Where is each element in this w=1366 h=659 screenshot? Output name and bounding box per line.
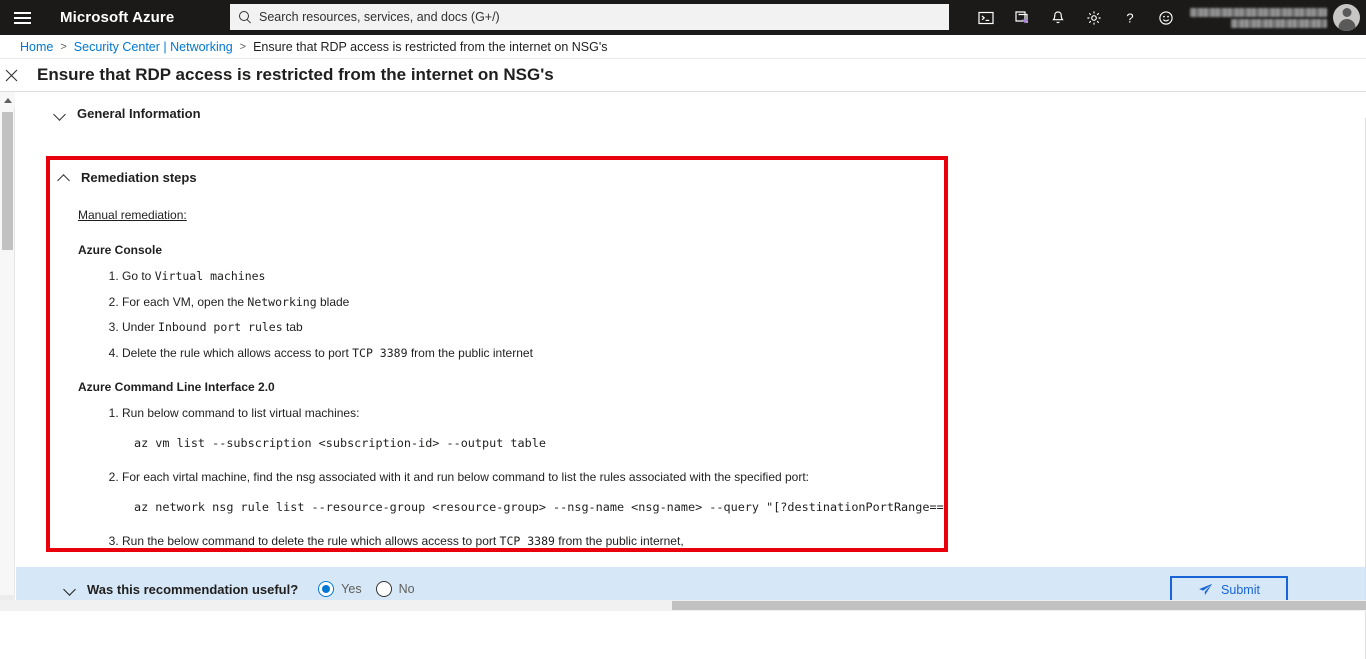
avatar[interactable] xyxy=(1333,4,1360,31)
scroll-up-arrow-icon[interactable] xyxy=(0,92,15,108)
cli-command[interactable]: az network nsg rule list --resource-grou… xyxy=(134,500,944,516)
cloud-shell-icon[interactable] xyxy=(968,0,1004,35)
radio-no-indicator[interactable] xyxy=(376,581,392,597)
list-item: Go to Virtual machines xyxy=(122,268,944,285)
step-text: For each VM, open the Networking blade xyxy=(122,295,349,309)
breadcrumb-item-home[interactable]: Home xyxy=(20,40,53,54)
feedback-option-no-label: No xyxy=(399,582,415,596)
horizontal-scrollbar[interactable] xyxy=(0,600,1366,611)
notifications-bell-icon[interactable] xyxy=(1040,0,1076,35)
feedback-smiley-icon[interactable] xyxy=(1148,0,1184,35)
help-question-icon[interactable]: ? xyxy=(1112,0,1148,35)
blade-content: General Information Remediation steps Ma… xyxy=(16,92,1366,559)
submit-button[interactable]: Submit xyxy=(1170,576,1288,603)
list-item: For each virtal machine, find the nsg as… xyxy=(122,469,944,516)
submit-button-label: Submit xyxy=(1221,583,1260,597)
feedback-option-yes[interactable]: Yes xyxy=(318,581,361,597)
feedback-question: Was this recommendation useful? xyxy=(87,582,298,597)
azure-console-steps: Go to Virtual machines For each VM, open… xyxy=(50,268,944,361)
list-item: Delete the rule which allows access to p… xyxy=(122,345,944,362)
horizontal-scrollbar-thumb[interactable] xyxy=(672,601,1366,610)
step-text: Delete the rule which allows access to p… xyxy=(122,346,533,360)
blade-header: Ensure that RDP access is restricted fro… xyxy=(0,59,1366,92)
breadcrumb-separator: > xyxy=(60,41,66,53)
close-icon[interactable] xyxy=(0,59,22,92)
vertical-scrollbar-thumb[interactable] xyxy=(2,112,13,250)
azure-cli-heading: Azure Command Line Interface 2.0 xyxy=(78,380,944,394)
radio-yes-indicator[interactable] xyxy=(318,581,334,597)
section-general-information[interactable]: General Information xyxy=(51,102,1366,124)
cli-command[interactable]: az vm list --subscription <subscription-… xyxy=(134,436,944,452)
send-plane-icon xyxy=(1198,582,1213,597)
step-text: Under Inbound port rules tab xyxy=(122,320,303,334)
breadcrumb-separator: > xyxy=(240,41,246,53)
azure-console-heading: Azure Console xyxy=(78,243,944,257)
step-text: Run the below command to delete the rule… xyxy=(122,534,684,548)
chevron-up-icon xyxy=(55,169,71,185)
manual-remediation-label: Manual remediation: xyxy=(78,208,187,222)
directory-subscription-icon[interactable] xyxy=(1004,0,1040,35)
remediation-steps-highlight: Remediation steps Manual remediation: Az… xyxy=(46,156,948,552)
feedback-option-yes-label: Yes xyxy=(341,582,361,596)
search-icon xyxy=(238,10,252,24)
azure-brand-logo[interactable]: Microsoft Azure xyxy=(60,9,174,26)
vertical-scrollbar[interactable] xyxy=(0,92,15,611)
list-item: Run the below command to delete the rule… xyxy=(122,533,944,548)
global-search-input[interactable]: Search resources, services, and docs (G+… xyxy=(230,4,949,30)
global-top-bar: Microsoft Azure Search resources, servic… xyxy=(0,0,1366,35)
account-menu[interactable] xyxy=(1184,0,1366,35)
chevron-down-icon xyxy=(51,105,67,121)
search-placeholder: Search resources, services, and docs (G+… xyxy=(259,10,500,24)
section-general-information-label: General Information xyxy=(77,106,201,121)
top-bar-icon-group: ? xyxy=(968,0,1366,35)
recommendation-blade: Ensure that RDP access is restricted fro… xyxy=(0,59,1366,611)
breadcrumb-item-current: Ensure that RDP access is restricted fro… xyxy=(253,40,607,54)
hamburger-icon[interactable] xyxy=(0,0,44,35)
list-item: Run below command to list virtual machin… xyxy=(122,405,944,452)
section-remediation-steps-label: Remediation steps xyxy=(81,170,197,185)
list-item: Under Inbound port rules tab xyxy=(122,319,944,336)
feedback-option-no[interactable]: No xyxy=(376,581,415,597)
svg-text:?: ? xyxy=(1126,10,1133,25)
feedback-radio-group: Yes No xyxy=(318,581,428,597)
step-text: Run below command to list virtual machin… xyxy=(122,406,359,420)
chevron-down-icon[interactable] xyxy=(61,581,77,597)
settings-gear-icon[interactable] xyxy=(1076,0,1112,35)
step-text: Go to Virtual machines xyxy=(122,269,265,283)
page-title: Ensure that RDP access is restricted fro… xyxy=(37,65,554,85)
breadcrumb-item-security-center-networking[interactable]: Security Center | Networking xyxy=(74,40,233,54)
azure-cli-steps: Run below command to list virtual machin… xyxy=(50,405,944,548)
list-item: For each VM, open the Networking blade xyxy=(122,294,944,311)
step-text: For each virtal machine, find the nsg as… xyxy=(122,470,809,484)
section-remediation-steps[interactable]: Remediation steps xyxy=(55,167,944,187)
breadcrumb: Home > Security Center | Networking > En… xyxy=(0,35,1366,59)
account-name-redacted xyxy=(1190,7,1327,29)
